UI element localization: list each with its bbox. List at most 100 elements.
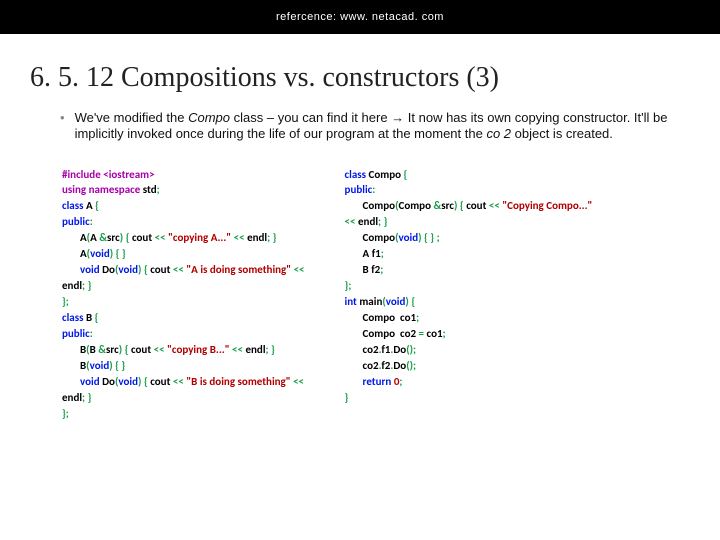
code-line: co2.f1.Do(); (345, 342, 593, 358)
code-line: class B { (62, 310, 305, 326)
code-token: Compo (369, 168, 404, 181)
code-line: using namespace std; (62, 182, 305, 198)
code-token: ; } (82, 391, 91, 404)
code-token: A (80, 231, 87, 244)
code-token: endl (358, 215, 378, 228)
code-token: void (90, 359, 110, 372)
code-token: Do (393, 343, 406, 356)
code-token: "B is doing something" (186, 375, 290, 388)
code-token: << (291, 263, 304, 276)
code-token: { (95, 311, 99, 324)
header-reference: refercence: www. netacad. com (276, 11, 444, 23)
code-token: ; (443, 327, 446, 340)
code-token: void (399, 231, 419, 244)
code-token: cout (131, 343, 154, 356)
slide-body: • We've modified the Compo class – you c… (0, 110, 720, 422)
code-token (62, 374, 80, 390)
code-token: ; (380, 263, 383, 276)
bullet-text: We've modified the Compo class – you can… (75, 110, 670, 143)
code-token: B (90, 343, 99, 356)
code-line: endl; } (62, 278, 305, 294)
code-token (62, 358, 80, 374)
code-token: public (62, 327, 90, 340)
code-token: ; (157, 183, 160, 196)
code-line: public: (62, 214, 305, 230)
code-token: ; } (266, 343, 275, 356)
code-column-left: #include <iostream>using namespace std;c… (62, 167, 305, 422)
code-token: & (98, 343, 106, 356)
code-token: Compo (363, 199, 396, 212)
code-line: public: (345, 182, 593, 198)
code-line: public: (62, 326, 305, 342)
code-token (345, 374, 363, 390)
code-token: = (419, 327, 427, 340)
code-line: class Compo { (345, 167, 593, 183)
code-line: Compo(Compo &src) { cout << "Copying Com… (345, 198, 593, 214)
code-token: "copying B..." (167, 343, 229, 356)
bullet-dot-icon: • (60, 110, 65, 143)
code-token: ; (399, 375, 402, 388)
code-token: : (90, 215, 93, 228)
header-bar: refercence: www. netacad. com (0, 0, 720, 34)
code-token: public (345, 183, 373, 196)
code-token: void (386, 295, 406, 308)
code-line: void Do(void) { cout << "B is doing some… (62, 374, 305, 390)
code-token: "A is doing something" (186, 263, 291, 276)
code-token: A (86, 199, 95, 212)
code-token: << (155, 231, 168, 244)
code-token: ; (416, 311, 419, 324)
code-token: & (99, 231, 107, 244)
code-token: Compo (399, 199, 434, 212)
code-line: return 0; (345, 374, 593, 390)
code-token: src (107, 231, 120, 244)
code-token: A (90, 231, 99, 244)
code-token: Compo co2 (363, 327, 419, 340)
code-token (62, 262, 80, 278)
code-line: class A { (62, 198, 305, 214)
code-token: }; (345, 279, 352, 292)
code-token: endl (62, 391, 82, 404)
code-token: B (86, 311, 95, 324)
code-line: int main(void) { (345, 294, 593, 310)
code-line: B f2; (345, 262, 593, 278)
code-token: cout (150, 375, 173, 388)
code-line: Compo(void) { } ; (345, 230, 593, 246)
code-token: { (404, 168, 408, 181)
bullet-item: • We've modified the Compo class – you c… (60, 110, 670, 143)
code-token: (); (406, 343, 416, 356)
code-token: ) { } (109, 359, 125, 372)
code-token: void (90, 247, 110, 260)
code-line: co2.f2.Do(); (345, 358, 593, 374)
code-token: ) { (138, 263, 150, 276)
code-token: { (95, 199, 99, 212)
code-token: class (62, 311, 86, 324)
code-token: ) { } ; (418, 231, 439, 244)
bullet-italic-1: Compo (188, 110, 230, 125)
code-token: ) { (454, 199, 466, 212)
code-line: << endl; } (345, 214, 593, 230)
code-token: ) { (138, 375, 150, 388)
code-token (345, 342, 363, 358)
code-token: src (441, 199, 454, 212)
code-token: src (106, 343, 119, 356)
code-line: A(A &src) { cout << "copying A..." << en… (62, 230, 305, 246)
code-line: Compo co1; (345, 310, 593, 326)
code-token: #include <iostream> (62, 168, 155, 181)
code-token: co2 (363, 359, 379, 372)
code-token (62, 246, 80, 262)
code-token: << (291, 375, 304, 388)
code-token: main (359, 295, 382, 308)
code-token: : (372, 183, 375, 196)
code-token: ) { (119, 343, 131, 356)
code-token: << (230, 343, 246, 356)
code-token: } (345, 391, 349, 404)
code-line: #include <iostream> (62, 167, 305, 183)
code-token: B f2 (363, 263, 381, 276)
code-column-right: class Compo {public: Compo(Compo &src) {… (345, 167, 593, 422)
bullet-pre: We've modified the (75, 110, 189, 125)
code-token: }; (62, 407, 69, 420)
code-token: Compo co1 (363, 311, 417, 324)
code-token: Do (102, 375, 115, 388)
code-token: co1 (427, 327, 443, 340)
code-token: << (154, 343, 167, 356)
